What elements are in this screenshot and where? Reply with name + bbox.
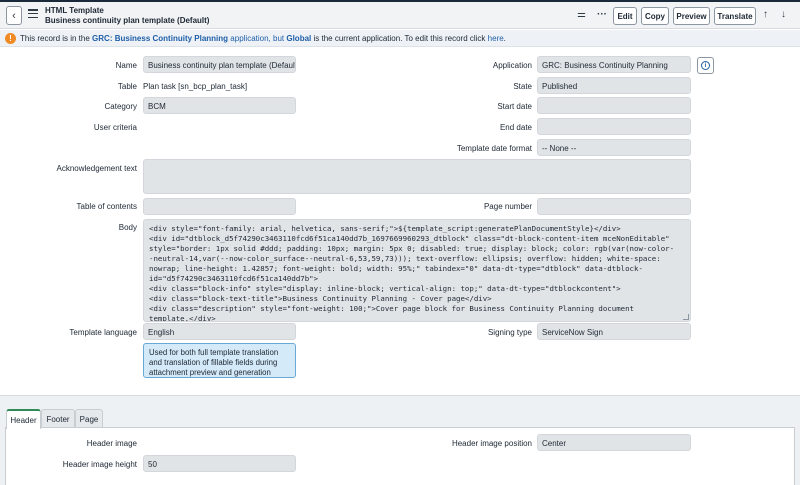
- more-options-icon[interactable]: ···: [597, 9, 607, 21]
- info-banner: ! This record is in the GRC: Business Co…: [0, 30, 800, 47]
- category-label: Category: [104, 102, 137, 111]
- table-label: Table: [117, 82, 137, 91]
- record-name-title: Business continuity plan template (Defau…: [45, 16, 210, 25]
- back-button[interactable]: ‹: [6, 6, 22, 25]
- previous-record-icon[interactable]: ↑: [763, 9, 768, 21]
- category-field[interactable]: BCM: [143, 97, 296, 114]
- table-value: Plan task [sn_bcp_plan_task]: [143, 82, 248, 91]
- state-label: State: [513, 82, 532, 91]
- body-label: Body: [118, 223, 137, 232]
- record-type-title: HTML Template: [45, 6, 104, 15]
- name-field[interactable]: Business continuity plan template (Defau…: [143, 56, 296, 73]
- application-field[interactable]: GRC: Business Continuity Planning: [537, 56, 691, 73]
- copy-button[interactable]: Copy: [641, 7, 669, 25]
- resize-handle-icon[interactable]: [683, 314, 689, 320]
- table-of-contents-field[interactable]: [143, 198, 296, 215]
- end-date-field[interactable]: [537, 118, 691, 135]
- info-icon: i: [701, 61, 710, 70]
- start-date-label: Start date: [497, 102, 532, 111]
- acknowledgement-text-label: Acknowledgement text: [56, 164, 138, 173]
- banner-current-app-link[interactable]: Global: [286, 34, 311, 43]
- header-image-height-field[interactable]: 50: [143, 455, 296, 472]
- signing-type-field[interactable]: ServiceNow Sign: [537, 323, 691, 340]
- edit-button[interactable]: Edit: [613, 7, 637, 25]
- tab-header[interactable]: Header: [6, 409, 41, 429]
- warning-icon: !: [5, 33, 16, 44]
- header-image-height-label: Header image height: [62, 460, 137, 469]
- template-date-format-select[interactable]: -- None --: [537, 139, 691, 156]
- header-image-label: Header image: [86, 439, 137, 448]
- banner-here-link[interactable]: here: [488, 34, 504, 43]
- banner-app-link[interactable]: GRC: Business Continuity Planning: [92, 34, 228, 43]
- body-textarea[interactable]: <div style="font-family: arial, helvetic…: [143, 219, 691, 322]
- chevron-left-icon: ‹: [12, 9, 16, 22]
- page-number-label: Page number: [483, 202, 532, 211]
- translate-button[interactable]: Translate: [714, 7, 756, 25]
- name-label: Name: [115, 61, 137, 70]
- end-date-label: End date: [499, 123, 532, 132]
- tab-footer[interactable]: Footer: [41, 409, 75, 428]
- next-record-icon[interactable]: ↓: [781, 9, 786, 21]
- tab-page[interactable]: Page: [75, 409, 103, 428]
- form-header: ‹ HTML Template Business continuity plan…: [0, 2, 800, 29]
- application-info-button[interactable]: i: [697, 57, 714, 74]
- banner-message: This record is in the GRC: Business Cont…: [20, 34, 506, 43]
- template-language-field[interactable]: English: [143, 323, 296, 340]
- header-image-position-field[interactable]: Center: [537, 434, 691, 451]
- template-date-format-label: Template date format: [456, 144, 532, 153]
- page-number-field[interactable]: [537, 198, 691, 215]
- application-label: Application: [492, 61, 532, 70]
- template-language-tooltip: Used for both full template translation …: [143, 343, 296, 378]
- hamburger-menu-icon[interactable]: [28, 9, 38, 18]
- start-date-field[interactable]: [537, 97, 691, 114]
- personalize-form-icon[interactable]: ⚌: [577, 9, 586, 21]
- acknowledgement-text-field[interactable]: [143, 159, 691, 194]
- user-criteria-label: User criteria: [93, 123, 137, 132]
- header-image-position-label: Header image position: [451, 439, 532, 448]
- state-field[interactable]: Published: [537, 77, 691, 94]
- table-of-contents-label: Table of contents: [76, 202, 137, 211]
- preview-button[interactable]: Preview: [673, 7, 710, 25]
- template-language-label: Template language: [69, 328, 137, 337]
- signing-type-label: Signing type: [487, 328, 532, 337]
